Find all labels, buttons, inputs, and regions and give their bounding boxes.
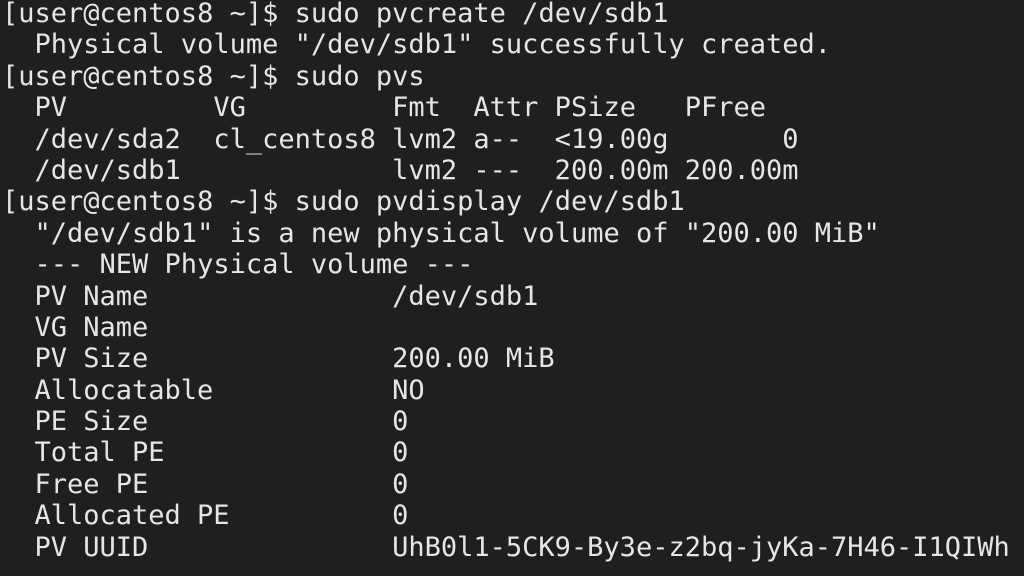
field-row: PV UUID UhB0l1-5CK9-By3e-z2bq-jyKa-7H46-I… [2,532,1010,563]
field-label: PV Name [34,280,149,312]
field-label: VG Name [34,311,149,343]
field-row: Total PE 0 [2,437,1010,468]
output-line: "/dev/sdb1" is a new physical volume of … [2,217,880,249]
command: sudo pvdisplay /dev/sdb1 [294,186,685,218]
shell-prompt: [user@centos8 ~]$ [2,186,295,218]
section-header: --- NEW Physical volume --- [2,249,474,281]
field-value: UhB0l1-5CK9-By3e-z2bq-jyKa-7H46-I1QIWh [392,531,1010,563]
field-value: 0 [392,500,409,532]
field-row: PV Name/dev/sdb1 [2,281,1010,312]
field-value: NO [392,374,425,406]
command-line: [user@centos8 ~]$ sudo pvs [2,61,1010,92]
pvs-header: PV VG Fmt Attr PSize PFree [2,92,799,124]
field-row: VG Name [2,312,1010,343]
command-line: [user@centos8 ~]$ sudo pvdisplay /dev/sd… [2,186,1010,217]
field-value: /dev/sdb1 [392,280,539,312]
field-value: 0 [392,406,409,438]
field-label: Allocated PE [34,500,230,532]
output-line: Physical volume "/dev/sdb1" successfully… [2,29,832,61]
field-label: PV Size [34,343,149,375]
field-label: PV UUID [34,531,149,563]
shell-prompt: [user@centos8 ~]$ [2,0,295,29]
terminal-output[interactable]: [user@centos8 ~]$ sudo pvcreate /dev/sdb… [2,0,1010,563]
field-label: PE Size [34,406,149,438]
field-label: Free PE [34,468,149,500]
pvs-row: /dev/sdb1 lvm2 --- 200.00m 200.00m [2,154,799,186]
field-row: Allocatable NO [2,375,1010,406]
field-row: Free PE 0 [2,469,1010,500]
field-row: PE Size 0 [2,406,1010,437]
command-line: [user@centos8 ~]$ sudo pvcreate /dev/sdb… [2,0,1010,29]
command: sudo pvs [294,60,425,92]
shell-prompt: [user@centos8 ~]$ [2,60,295,92]
field-label: Allocatable [34,374,214,406]
field-row: Allocated PE 0 [2,500,1010,531]
field-value: 0 [392,468,409,500]
field-value: 0 [392,437,409,469]
field-value: 200.00 MiB [392,343,555,375]
pvs-row: /dev/sda2 cl_centos8 lvm2 a-- <19.00g 0 [2,123,799,155]
command: sudo pvcreate /dev/sdb1 [294,0,669,29]
field-row: PV Size 200.00 MiB [2,343,1010,374]
field-label: Total PE [34,437,165,469]
